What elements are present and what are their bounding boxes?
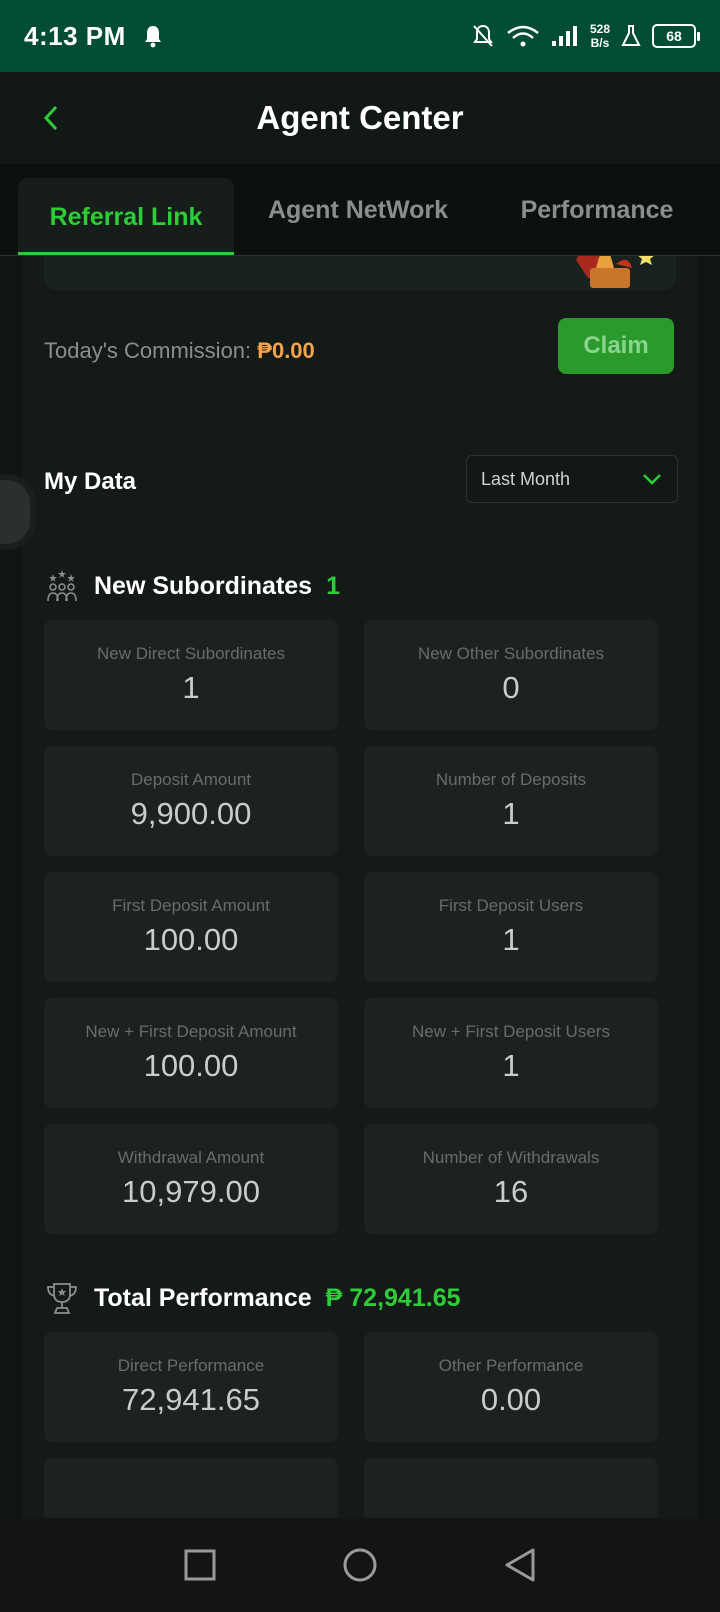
new-subordinates-grid: New Direct Subordinates 1 New Other Subo…: [44, 620, 658, 1234]
status-bar: 4:13 PM 528 B/s 68: [0, 0, 720, 72]
stat-label: New Other Subordinates: [417, 644, 605, 663]
stat-label: New + First Deposit Users: [412, 1022, 610, 1041]
stat-label: New Direct Subordinates: [96, 644, 286, 663]
chevron-left-icon: [43, 105, 58, 131]
stat-card: Deposit Amount 9,900.00: [44, 746, 338, 856]
status-time: 4:13 PM: [24, 20, 126, 51]
content-scroll-area[interactable]: Today's Commission: ₱0.00 Claim My Data …: [0, 256, 720, 1518]
stat-value: 1: [182, 670, 200, 705]
commission-label: Today's Commission:: [44, 338, 252, 363]
home-button[interactable]: [340, 1545, 380, 1585]
tab-performance[interactable]: Performance: [482, 164, 712, 256]
stat-label: New + First Deposit Amount: [85, 1022, 297, 1041]
claim-button[interactable]: Claim: [558, 318, 674, 374]
total-performance-grid: Direct Performance 72,941.65 Other Perfo…: [44, 1332, 658, 1518]
square-icon: [184, 1549, 216, 1581]
stat-card: Number of Deposits 1: [364, 746, 658, 856]
back-button[interactable]: [36, 100, 66, 136]
stat-value: 16: [493, 1174, 529, 1209]
triangle-back-icon: [505, 1548, 535, 1582]
stat-card: Other Performance 0.00: [364, 1332, 658, 1442]
total-performance-header: Total Performance ₱ 72,941.65: [44, 1280, 461, 1316]
stat-card: Number of Withdrawals 16: [364, 1124, 658, 1234]
stat-card: Direct Performance 72,941.65: [44, 1332, 338, 1442]
stat-value: 100.00: [143, 1048, 239, 1083]
total-performance-title: Total Performance: [94, 1283, 312, 1312]
stat-label: Number of Deposits: [435, 770, 587, 789]
recent-apps-button[interactable]: [180, 1545, 220, 1585]
my-data-card: My Data Last Month New Subordinates 1 Ne…: [22, 428, 698, 1518]
stat-card-partial: [44, 1458, 338, 1518]
back-nav-button[interactable]: [500, 1545, 540, 1585]
battery-icon: 68: [652, 24, 700, 48]
stat-value: 0.00: [480, 1382, 542, 1417]
todays-commission: Today's Commission: ₱0.00: [44, 338, 315, 364]
stat-card: Withdrawal Amount 10,979.00: [44, 1124, 338, 1234]
stat-label: First Deposit Amount: [112, 896, 270, 915]
referral-banner: [44, 256, 676, 290]
tab-bar: Referral Link Agent NetWork Performance: [0, 164, 720, 256]
net-speed-unit: B/s: [590, 36, 610, 50]
bell-icon: [144, 26, 161, 48]
new-subordinates-title: New Subordinates: [94, 571, 313, 600]
stat-value: 0: [502, 670, 520, 705]
new-subordinates-count: 1: [326, 571, 340, 600]
stat-value: 10,979.00: [122, 1174, 260, 1209]
tab-referral-link[interactable]: Referral Link: [18, 178, 234, 256]
net-speed: 528 B/s: [590, 22, 610, 50]
stat-label: Withdrawal Amount: [117, 1148, 265, 1167]
new-subordinates-header: New Subordinates 1: [44, 568, 340, 604]
stat-card-partial: [364, 1458, 658, 1518]
my-data-title: My Data: [44, 468, 137, 495]
stat-card: New Direct Subordinates 1: [44, 620, 338, 730]
stat-value: 9,900.00: [130, 796, 252, 831]
stat-value: 1: [502, 922, 520, 957]
status-icons: 528 B/s 68: [470, 22, 700, 50]
trophy-icon: [47, 1283, 77, 1314]
wifi-signal-icon: [507, 25, 539, 47]
commission-amount: ₱0.00: [257, 338, 315, 363]
tab-agent-network[interactable]: Agent NetWork: [234, 164, 482, 256]
stat-card: New Other Subordinates 0: [364, 620, 658, 730]
period-select[interactable]: Last Month: [466, 455, 678, 503]
team-icon: [47, 570, 77, 602]
page-title: Agent Center: [256, 99, 464, 136]
stat-label: Other Performance: [438, 1356, 584, 1375]
stat-label: Direct Performance: [117, 1356, 265, 1375]
flask-icon: [621, 25, 641, 46]
chevron-down-icon: [643, 474, 661, 485]
net-speed-value: 528: [589, 22, 610, 36]
stat-label: Number of Withdrawals: [422, 1148, 600, 1167]
stat-value: 1: [502, 1048, 520, 1083]
stat-card: New + First Deposit Amount 100.00: [44, 998, 338, 1108]
bell-muted-icon: [473, 24, 493, 47]
system-nav-bar: [0, 1518, 720, 1612]
stat-value: 1: [502, 796, 520, 831]
period-select-value: Last Month: [481, 468, 571, 489]
total-performance-amount: ₱ 72,941.65: [325, 1283, 461, 1312]
app-header: Agent Center: [0, 72, 720, 164]
stat-label: Deposit Amount: [130, 770, 251, 789]
stat-card: New + First Deposit Users 1: [364, 998, 658, 1108]
trophy-banner-art: [576, 256, 654, 288]
stat-value: 72,941.65: [122, 1382, 260, 1417]
stat-value: 100.00: [143, 922, 239, 957]
cell-signal-icon: [551, 26, 577, 46]
stat-card: First Deposit Amount 100.00: [44, 872, 338, 982]
circle-icon: [343, 1548, 377, 1582]
stat-card: First Deposit Users 1: [364, 872, 658, 982]
stat-label: First Deposit Users: [438, 896, 584, 915]
